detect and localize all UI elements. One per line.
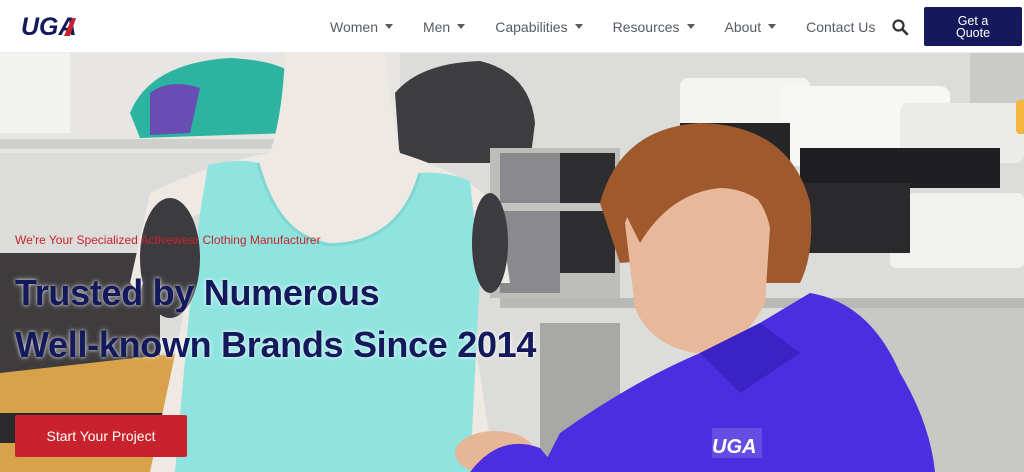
nav-item-men[interactable]: Men [422, 18, 466, 35]
nav-item-label: Resources [612, 18, 680, 35]
chevron-down-icon [686, 24, 695, 29]
hero-headline-line-2: Well-known Brands Since 2014 [15, 324, 537, 365]
chevron-down-icon [768, 24, 777, 29]
search-icon[interactable] [891, 18, 909, 36]
nav-item-label: Capabilities [495, 18, 568, 35]
side-feedback-tab[interactable] [1016, 100, 1024, 134]
hero-tagline: We're Your Specialized Activewear Clothi… [15, 233, 321, 247]
site-header: UGA Women Men Capabilities Resources Abo… [0, 0, 1024, 53]
nav-item-about[interactable]: About [725, 19, 777, 35]
chevron-down-icon [384, 24, 393, 29]
hero-banner: UGA We're Your Specialized Activewear Cl… [0, 53, 1024, 472]
chevron-down-icon [574, 24, 583, 29]
nav-item-resources[interactable]: Resources [613, 19, 695, 35]
hero-headline-line-1: Trusted by Numerous [15, 272, 380, 313]
start-your-project-button[interactable]: Start Your Project [15, 415, 187, 457]
start-your-project-label: Start Your Project [46, 428, 156, 444]
nav-item-label: Contact Us [806, 18, 876, 35]
nav-item-label: About [724, 18, 762, 35]
jacket-logo: UGA [712, 436, 756, 458]
chevron-down-icon [457, 24, 466, 29]
nav-item-label: Women [330, 18, 378, 35]
nav-item-capabilities[interactable]: Capabilities [495, 18, 583, 35]
hero-photo: UGA [0, 53, 1024, 472]
nav-item-women[interactable]: Women [330, 19, 393, 35]
uga-logo[interactable]: UGA [20, 12, 86, 40]
nav-item-contact-us[interactable]: Contact Us [806, 19, 875, 35]
nav-item-label: Men [422, 18, 451, 35]
get-a-quote-button[interactable]: Get a Quote [924, 7, 1022, 46]
hero-headline: Trusted by Numerous Well-known Brands Si… [15, 267, 536, 371]
main-nav: Women Men Capabilities Resources About C… [330, 0, 905, 53]
get-a-quote-label: Get a Quote [955, 13, 991, 40]
